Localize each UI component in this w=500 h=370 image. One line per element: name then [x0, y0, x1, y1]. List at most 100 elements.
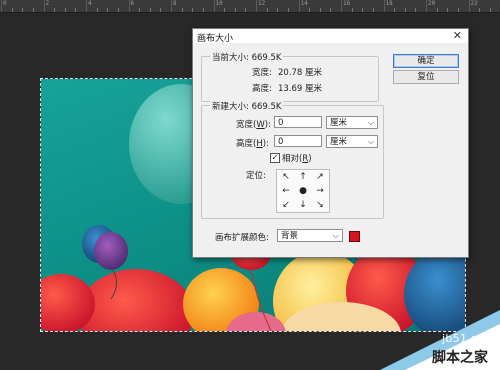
ruler-minor-tick — [202, 8, 204, 12]
current-size-legend: 当前大小: 669.5K — [210, 51, 284, 63]
width-input[interactable]: 0 — [274, 116, 322, 128]
ruler-major-tick — [426, 0, 427, 12]
ruler-minor-tick — [277, 8, 279, 12]
ruler-major-tick — [171, 0, 172, 12]
width-unit-select[interactable]: 厘米 ⌵ — [326, 116, 378, 129]
chevron-down-icon: ⌵ — [332, 231, 339, 240]
relative-label[interactable]: 相对(R) — [282, 152, 312, 164]
ruler-minor-tick — [192, 8, 194, 12]
ruler-minor-tick — [457, 8, 459, 12]
ruler-minor-tick — [372, 8, 374, 12]
ruler-minor-tick — [32, 8, 34, 12]
ruler-label: 18 — [385, 0, 393, 7]
canvas-size-dialog: 画布大小 ✕ 确定 复位 当前大小: 669.5K 宽度: 20.78 厘米 高… — [192, 28, 469, 258]
extension-color-select[interactable]: 背景 ⌵ — [277, 229, 343, 242]
ruler-label: 22 — [470, 0, 478, 7]
ruler-minor-tick — [160, 8, 162, 12]
ruler-major-tick — [468, 0, 470, 12]
ruler-minor-tick — [351, 8, 353, 12]
ruler-major-tick — [128, 0, 130, 12]
ruler-label: 8 — [173, 0, 177, 7]
ruler-major-tick — [1, 0, 2, 12]
ruler-minor-tick — [11, 8, 13, 12]
reset-button[interactable]: 复位 — [393, 70, 459, 84]
anchor-bottom-left-icon[interactable]: ↙ — [278, 199, 294, 211]
height-unit-value: 厘米 — [330, 137, 348, 147]
ruler-minor-tick — [117, 8, 119, 12]
ruler-minor-tick — [489, 8, 491, 12]
ruler-minor-tick — [224, 8, 226, 12]
height-unit-select[interactable]: 厘米 ⌵ — [326, 135, 378, 148]
anchor-top-right-icon[interactable]: ↗ — [312, 171, 328, 183]
ruler-minor-tick — [479, 8, 481, 12]
watermark-url: jb51.net — [442, 332, 490, 345]
ruler-minor-tick — [75, 8, 77, 12]
ruler-major-tick — [383, 0, 385, 12]
ruler-label: 4 — [88, 0, 92, 7]
current-width-value: 20.78 厘米 — [278, 68, 323, 78]
dialog-titlebar[interactable]: 画布大小 ✕ — [193, 29, 468, 44]
anchor-top-icon[interactable]: ↑ — [295, 171, 311, 183]
chevron-down-icon: ⌵ — [367, 137, 374, 146]
ruler-major-tick — [86, 0, 87, 12]
ruler-minor-tick — [287, 8, 289, 12]
current-height-label: 高度: — [252, 84, 272, 94]
width-unit-value: 厘米 — [330, 118, 348, 128]
new-height-label: 高度(H): — [236, 139, 269, 149]
ruler-minor-tick — [245, 8, 247, 12]
top-ruler: 0 2 4 6 8 10 12 14 16 18 20 22 — [0, 0, 500, 13]
ruler-minor-tick — [96, 8, 98, 12]
ruler-major-tick — [43, 0, 45, 12]
ruler-minor-tick — [64, 8, 66, 12]
current-size-group: 当前大小: 669.5K 宽度: 20.78 厘米 高度: 13.69 厘米 — [201, 51, 379, 102]
current-width-label: 宽度: — [252, 68, 272, 78]
ruler-minor-tick — [436, 8, 438, 12]
extension-color-swatch[interactable] — [349, 231, 360, 242]
ruler-minor-tick — [319, 8, 321, 12]
anchor-center-icon[interactable]: ● — [295, 185, 311, 197]
ruler-minor-tick — [447, 8, 449, 12]
anchor-label: 定位: — [246, 171, 266, 181]
anchor-right-icon[interactable]: → — [312, 185, 328, 197]
ruler-minor-tick — [404, 8, 406, 12]
ruler-major-tick — [256, 0, 257, 12]
extension-color-label: 画布扩展颜色: — [215, 233, 269, 243]
ruler-label: 6 — [130, 0, 135, 7]
ruler-minor-tick — [149, 8, 151, 12]
dialog-title: 画布大小 — [197, 34, 234, 44]
ruler-minor-tick — [330, 8, 332, 12]
anchor-bottom-right-icon[interactable]: ↘ — [312, 199, 328, 211]
ruler-label: 12 — [258, 0, 266, 7]
ruler-minor-tick — [22, 8, 24, 12]
ruler-minor-tick — [181, 8, 183, 12]
ruler-minor-tick — [266, 8, 268, 12]
anchor-left-icon[interactable]: ← — [278, 185, 294, 197]
ruler-minor-tick — [139, 8, 141, 12]
ruler-label: 14 — [300, 0, 308, 7]
ruler-label: 10 — [215, 0, 223, 7]
chevron-down-icon: ⌵ — [367, 118, 374, 127]
ruler-minor-tick — [309, 8, 311, 12]
anchor-top-left-icon[interactable]: ↖ — [278, 171, 294, 183]
ruler-label: 2 — [45, 0, 50, 7]
height-input[interactable]: 0 — [274, 135, 322, 147]
ruler-minor-tick — [394, 8, 396, 12]
ok-button[interactable]: 确定 — [393, 54, 459, 68]
ruler-major-tick — [213, 0, 215, 12]
ruler-label: 0 — [3, 0, 7, 7]
new-width-label: 宽度(W): — [236, 120, 271, 130]
ruler-minor-tick — [415, 8, 417, 12]
ruler-minor-tick — [107, 8, 109, 12]
ruler-major-tick — [298, 0, 300, 12]
ruler-minor-tick — [234, 8, 236, 12]
ruler-label: 16 — [343, 0, 351, 7]
ruler-major-tick — [341, 0, 342, 12]
current-height-value: 13.69 厘米 — [278, 84, 323, 94]
ruler-minor-tick — [54, 8, 56, 12]
new-size-legend: 新建大小: 669.5K — [210, 100, 284, 112]
watermark-name: 脚本之家 — [432, 350, 488, 366]
anchor-bottom-icon[interactable]: ↓ — [295, 199, 311, 211]
extension-color-value: 背景 — [281, 231, 299, 241]
close-icon[interactable]: ✕ — [453, 29, 462, 43]
relative-checkbox[interactable]: ✓ — [270, 153, 280, 163]
